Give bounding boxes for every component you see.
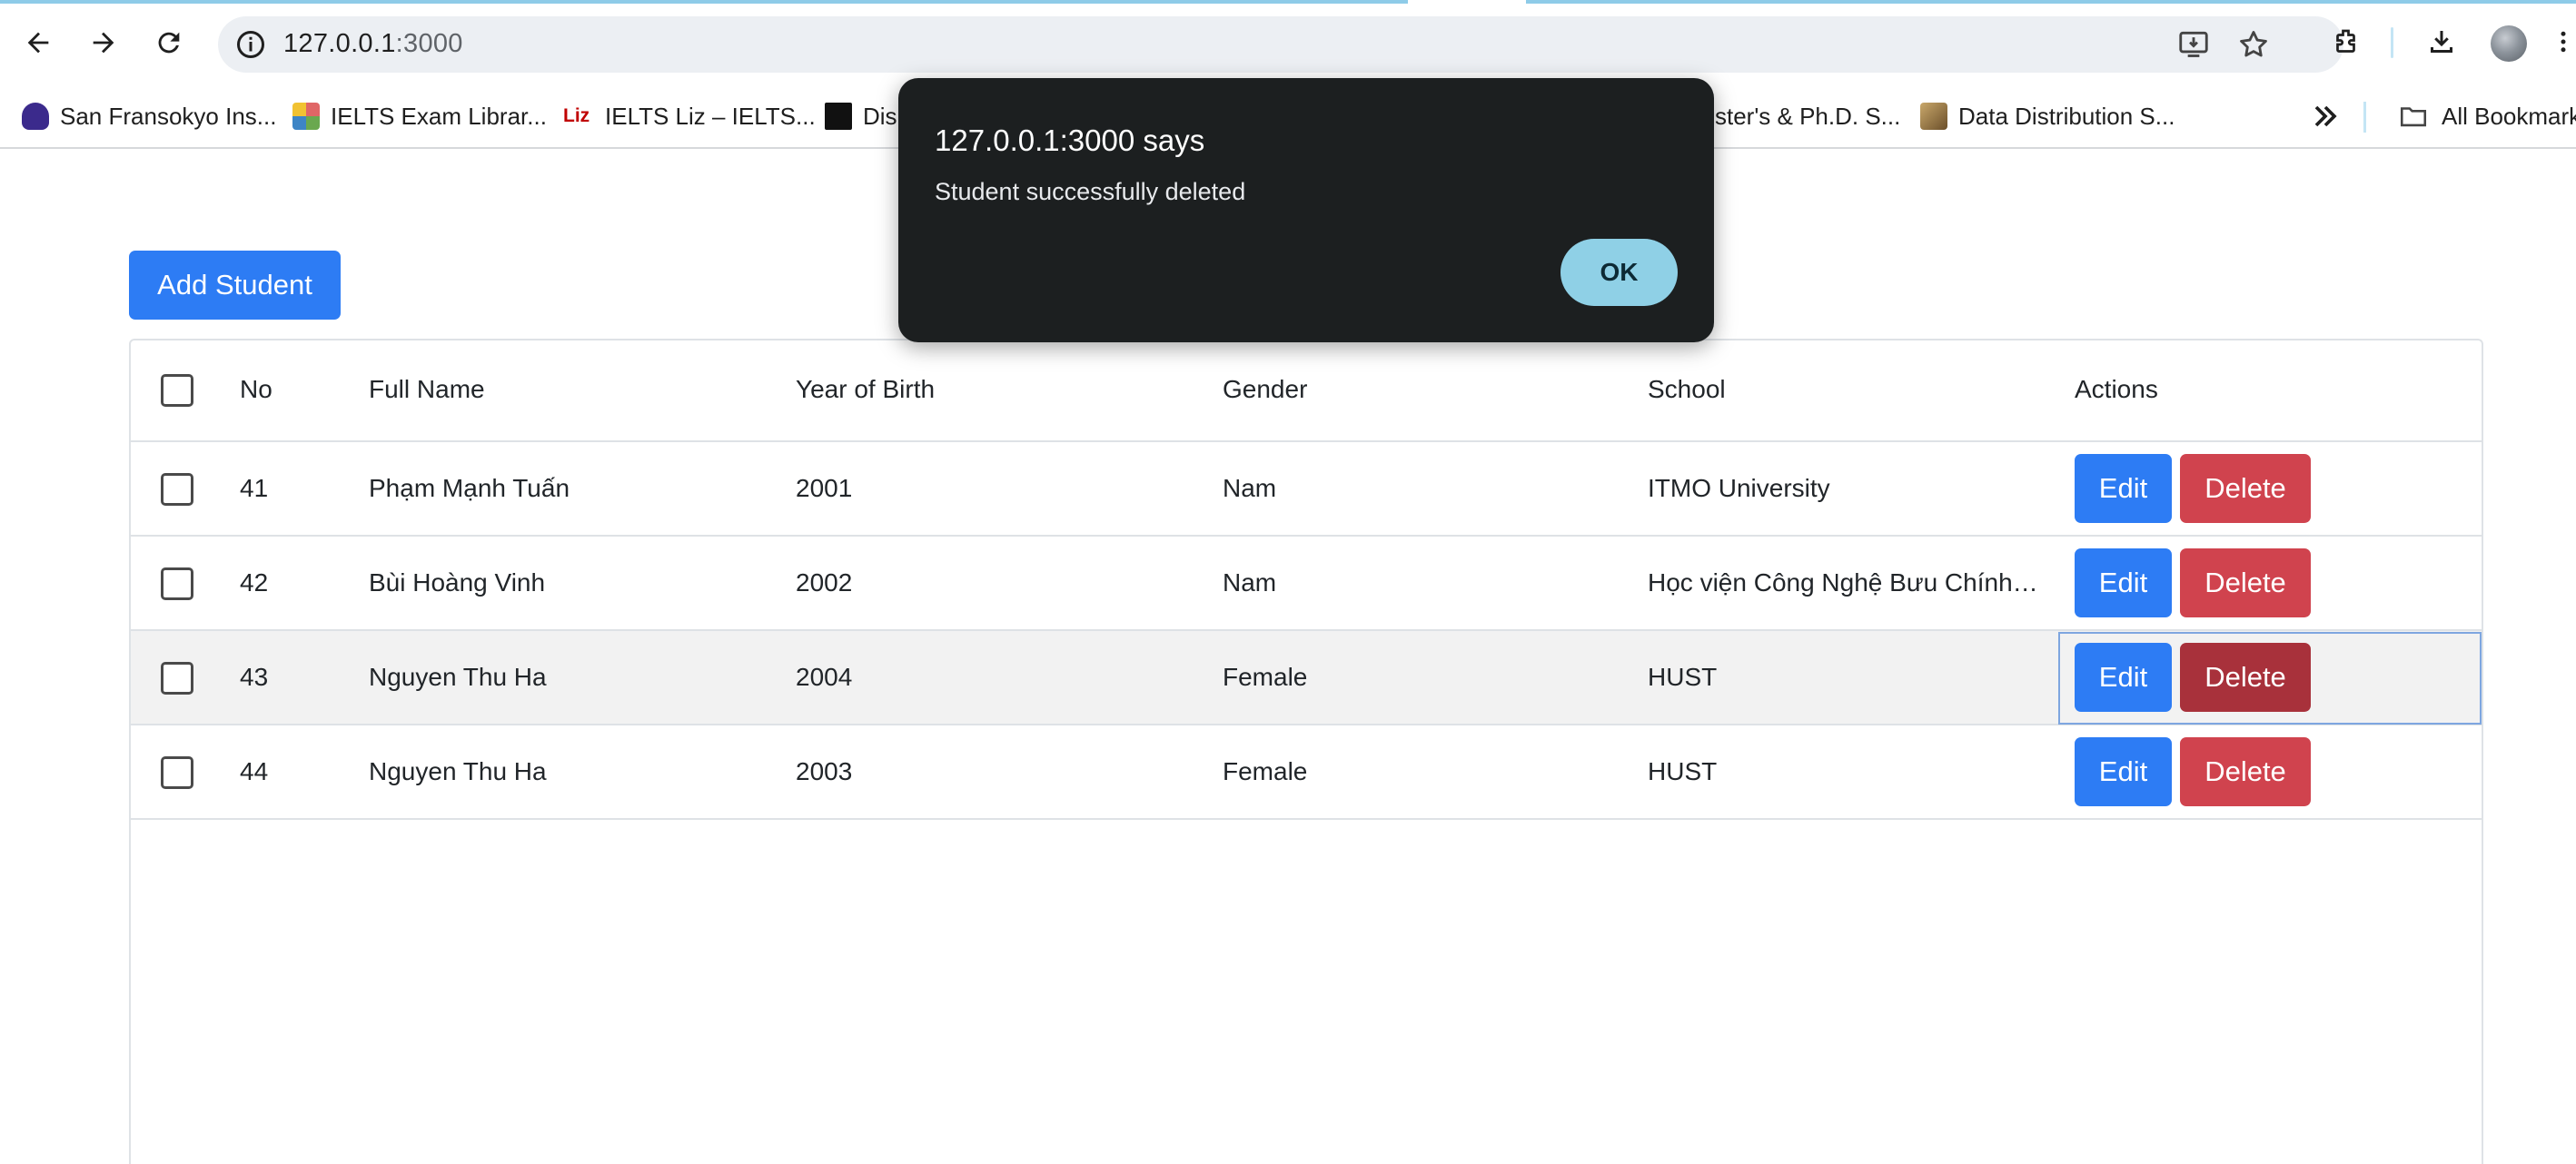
cell-no: 43 <box>240 663 269 691</box>
column-header-actions: Actions <box>2075 375 2158 403</box>
all-bookmarks-label: All Bookmarks <box>2442 102 2576 130</box>
cell-school: HUST <box>1648 663 1718 691</box>
bookmark-item[interactable]: ster's & Ph.D. S... <box>1715 96 1900 136</box>
reload-icon[interactable] <box>149 23 189 63</box>
page-load-progress <box>0 0 1408 4</box>
cell-year-of-birth: 2001 <box>796 474 853 502</box>
delete-button[interactable]: Delete <box>2180 737 2311 806</box>
address-bar[interactable]: 127.0.0.1:3000 <box>218 16 2343 73</box>
bookmark-star-icon[interactable] <box>2236 27 2271 62</box>
ok-button[interactable]: OK <box>1560 239 1678 306</box>
cell-full-name: Nguyen Thu Ha <box>369 757 547 785</box>
bookmark-item[interactable]: San Fransokyo Ins... <box>22 96 276 136</box>
cell-no: 41 <box>240 474 269 502</box>
bookmark-favicon <box>292 103 320 130</box>
back-arrow-icon[interactable] <box>18 23 58 63</box>
students-table: No Full Name Year of Birth Gender School… <box>129 339 2483 1164</box>
cell-full-name: Bùi Hoàng Vinh <box>369 568 546 597</box>
bookmark-label: IELTS Exam Librar... <box>331 102 547 130</box>
chevron-double-right-icon[interactable] <box>2307 98 2343 134</box>
bookmarks-separator <box>2363 102 2366 133</box>
cell-full-name: Phạm Mạnh Tuấn <box>369 474 570 502</box>
url-text[interactable]: 127.0.0.1:3000 <box>283 29 463 59</box>
url-port: :3000 <box>395 29 463 58</box>
edit-button[interactable]: Edit <box>2075 454 2172 523</box>
column-header-no: No <box>240 375 272 403</box>
row-checkbox[interactable] <box>161 473 193 506</box>
site-info-icon[interactable] <box>234 28 267 61</box>
bookmark-label: Dis <box>863 102 897 130</box>
browser-toolbar: 127.0.0.1:3000 <box>0 0 2576 85</box>
bookmark-item[interactable]: Dis <box>825 96 897 136</box>
downloads-icon[interactable] <box>2422 22 2462 62</box>
bookmark-label: San Fransokyo Ins... <box>60 102 277 130</box>
table-header-row: No Full Name Year of Birth Gender School… <box>131 340 2482 442</box>
dialog-title: 127.0.0.1:3000 says <box>935 123 1205 157</box>
delete-button[interactable]: Delete <box>2180 454 2311 523</box>
forward-arrow-icon[interactable] <box>84 23 124 63</box>
cell-gender: Female <box>1223 663 1308 691</box>
toolbar-separator <box>2391 27 2393 58</box>
delete-button[interactable]: Delete <box>2180 548 2311 617</box>
cell-school: Học viện Công Nghệ Bưu Chính Viễn Thông <box>1648 568 2040 597</box>
edit-button[interactable]: Edit <box>2075 737 2172 806</box>
delete-button[interactable]: Delete <box>2180 643 2311 712</box>
cell-school: ITMO University <box>1648 474 1830 502</box>
column-header-gender: Gender <box>1223 375 1308 403</box>
add-student-button[interactable]: Add Student <box>129 251 341 320</box>
cell-gender: Nam <box>1223 474 1277 502</box>
row-checkbox[interactable] <box>161 756 193 789</box>
column-header-school: School <box>1648 375 1726 403</box>
edit-button[interactable]: Edit <box>2075 643 2172 712</box>
table-row: 41 Phạm Mạnh Tuấn 2001 Nam ITMO Universi… <box>131 442 2482 537</box>
page-load-progress-right <box>1526 0 2576 4</box>
url-host: 127.0.0.1 <box>283 29 396 58</box>
bookmark-label: ster's & Ph.D. S... <box>1715 102 1901 130</box>
cell-gender: Female <box>1223 757 1308 785</box>
bookmark-label: IELTS Liz – IELTS... <box>605 102 816 130</box>
bookmark-favicon: Liz <box>563 105 590 126</box>
all-bookmarks-button[interactable]: All Bookmarks <box>2398 96 2576 136</box>
bookmark-label: Data Distribution S... <box>1958 102 2175 130</box>
bookmark-item[interactable]: IELTS Exam Librar... <box>292 96 547 136</box>
cell-no: 42 <box>240 568 269 597</box>
cell-year-of-birth: 2002 <box>796 568 853 597</box>
column-header-full-name: Full Name <box>369 375 485 403</box>
extensions-icon[interactable] <box>2327 22 2367 62</box>
cell-gender: Nam <box>1223 568 1277 597</box>
select-all-checkbox[interactable] <box>161 374 193 407</box>
cell-year-of-birth: 2004 <box>796 663 853 691</box>
menu-icon[interactable] <box>2551 22 2576 62</box>
install-app-icon[interactable] <box>2176 27 2211 62</box>
cell-school: HUST <box>1648 757 1718 785</box>
bookmark-item[interactable]: Liz IELTS Liz – IELTS... <box>563 96 816 136</box>
bookmark-favicon <box>825 103 852 130</box>
table-row: 43 Nguyen Thu Ha 2004 Female HUST Edit D… <box>131 631 2482 725</box>
bookmark-favicon <box>22 103 49 130</box>
dialog-message: Student successfully deleted <box>935 178 1246 205</box>
row-checkbox[interactable] <box>161 567 193 600</box>
cell-year-of-birth: 2003 <box>796 757 853 785</box>
cell-no: 44 <box>240 757 269 785</box>
bookmark-favicon <box>1920 103 1947 130</box>
table-row: 42 Bùi Hoàng Vinh 2002 Nam Học viện Công… <box>131 537 2482 631</box>
folder-icon <box>2400 107 2427 127</box>
row-checkbox[interactable] <box>161 662 193 695</box>
profile-avatar[interactable] <box>2491 25 2527 62</box>
column-header-year-of-birth: Year of Birth <box>796 375 936 403</box>
bookmark-item[interactable]: Data Distribution S... <box>1920 96 2175 136</box>
cell-full-name: Nguyen Thu Ha <box>369 663 547 691</box>
alert-dialog: 127.0.0.1:3000 says Student successfully… <box>898 78 1714 342</box>
table-row: 44 Nguyen Thu Ha 2003 Female HUST Edit D… <box>131 725 2482 820</box>
edit-button[interactable]: Edit <box>2075 548 2172 617</box>
